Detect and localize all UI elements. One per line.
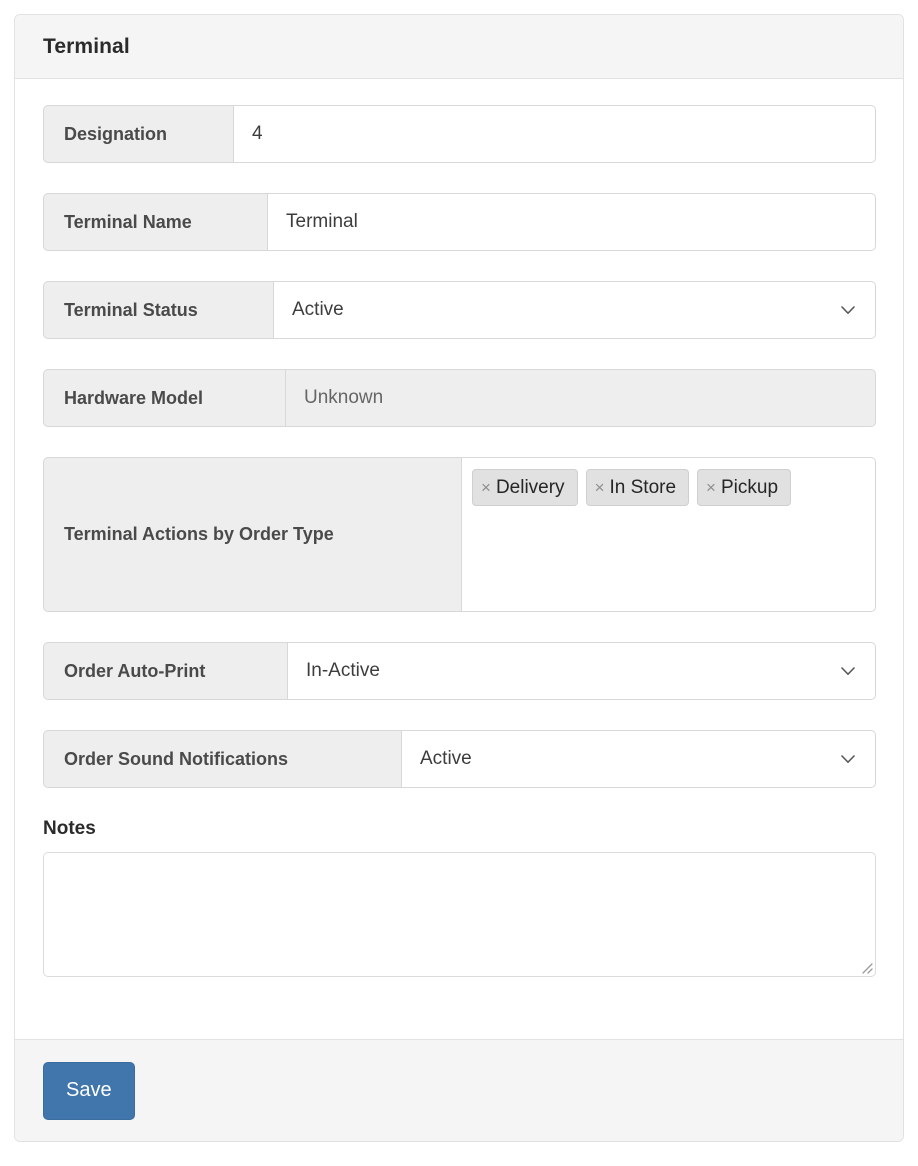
remove-tag-icon[interactable]: × xyxy=(595,479,605,496)
remove-tag-icon[interactable]: × xyxy=(706,479,716,496)
hardware-model-value: Unknown xyxy=(285,369,876,427)
field-hardware-model-label: Hardware Model xyxy=(43,369,285,427)
resize-handle-icon[interactable] xyxy=(857,958,873,974)
order-sound-notifications-select[interactable]: Active xyxy=(401,730,876,788)
field-terminal-status: Terminal Status Active xyxy=(43,281,876,339)
tag-in-store[interactable]: × In Store xyxy=(585,469,690,506)
field-terminal-name: Terminal Name Terminal xyxy=(43,193,876,251)
tag-label: Pickup xyxy=(720,476,779,498)
tag-pickup[interactable]: × Pickup xyxy=(697,469,792,506)
notes-textarea[interactable] xyxy=(43,852,876,977)
chevron-down-icon xyxy=(841,755,855,763)
field-designation-label: Designation xyxy=(43,105,233,163)
order-auto-print-select[interactable]: In-Active xyxy=(287,642,876,700)
field-terminal-actions-label: Terminal Actions by Order Type xyxy=(43,457,461,612)
panel-body: Designation 4 Terminal Name Terminal Ter… xyxy=(15,79,903,977)
panel-footer: Save xyxy=(15,1039,903,1141)
field-terminal-actions-by-order-type: Terminal Actions by Order Type × Deliver… xyxy=(43,457,876,612)
chevron-down-icon xyxy=(841,667,855,675)
terminal-name-input[interactable]: Terminal xyxy=(267,193,876,251)
field-terminal-name-label: Terminal Name xyxy=(43,193,267,251)
terminal-status-select[interactable]: Active xyxy=(273,281,876,339)
field-order-sound-notifications: Order Sound Notifications Active xyxy=(43,730,876,788)
remove-tag-icon[interactable]: × xyxy=(481,479,491,496)
chevron-down-icon xyxy=(841,306,855,314)
field-order-auto-print: Order Auto-Print In-Active xyxy=(43,642,876,700)
tag-label: In Store xyxy=(609,476,677,498)
page-title: Terminal xyxy=(43,34,130,58)
field-order-sound-notifications-label: Order Sound Notifications xyxy=(43,730,401,788)
notes-label: Notes xyxy=(43,818,96,839)
tag-label: Delivery xyxy=(495,476,565,498)
field-terminal-status-label: Terminal Status xyxy=(43,281,273,339)
tag-delivery[interactable]: × Delivery xyxy=(472,469,578,506)
field-designation: Designation 4 xyxy=(43,105,876,163)
designation-input[interactable]: 4 xyxy=(233,105,876,163)
panel-header: Terminal xyxy=(15,15,903,79)
field-order-auto-print-label: Order Auto-Print xyxy=(43,642,287,700)
save-button[interactable]: Save xyxy=(43,1061,135,1120)
terminal-settings-panel: Terminal Designation 4 Terminal Name Ter… xyxy=(14,14,904,1142)
field-hardware-model: Hardware Model Unknown xyxy=(43,369,876,427)
terminal-actions-tokenfield[interactable]: × Delivery × In Store × Pickup xyxy=(461,457,876,612)
